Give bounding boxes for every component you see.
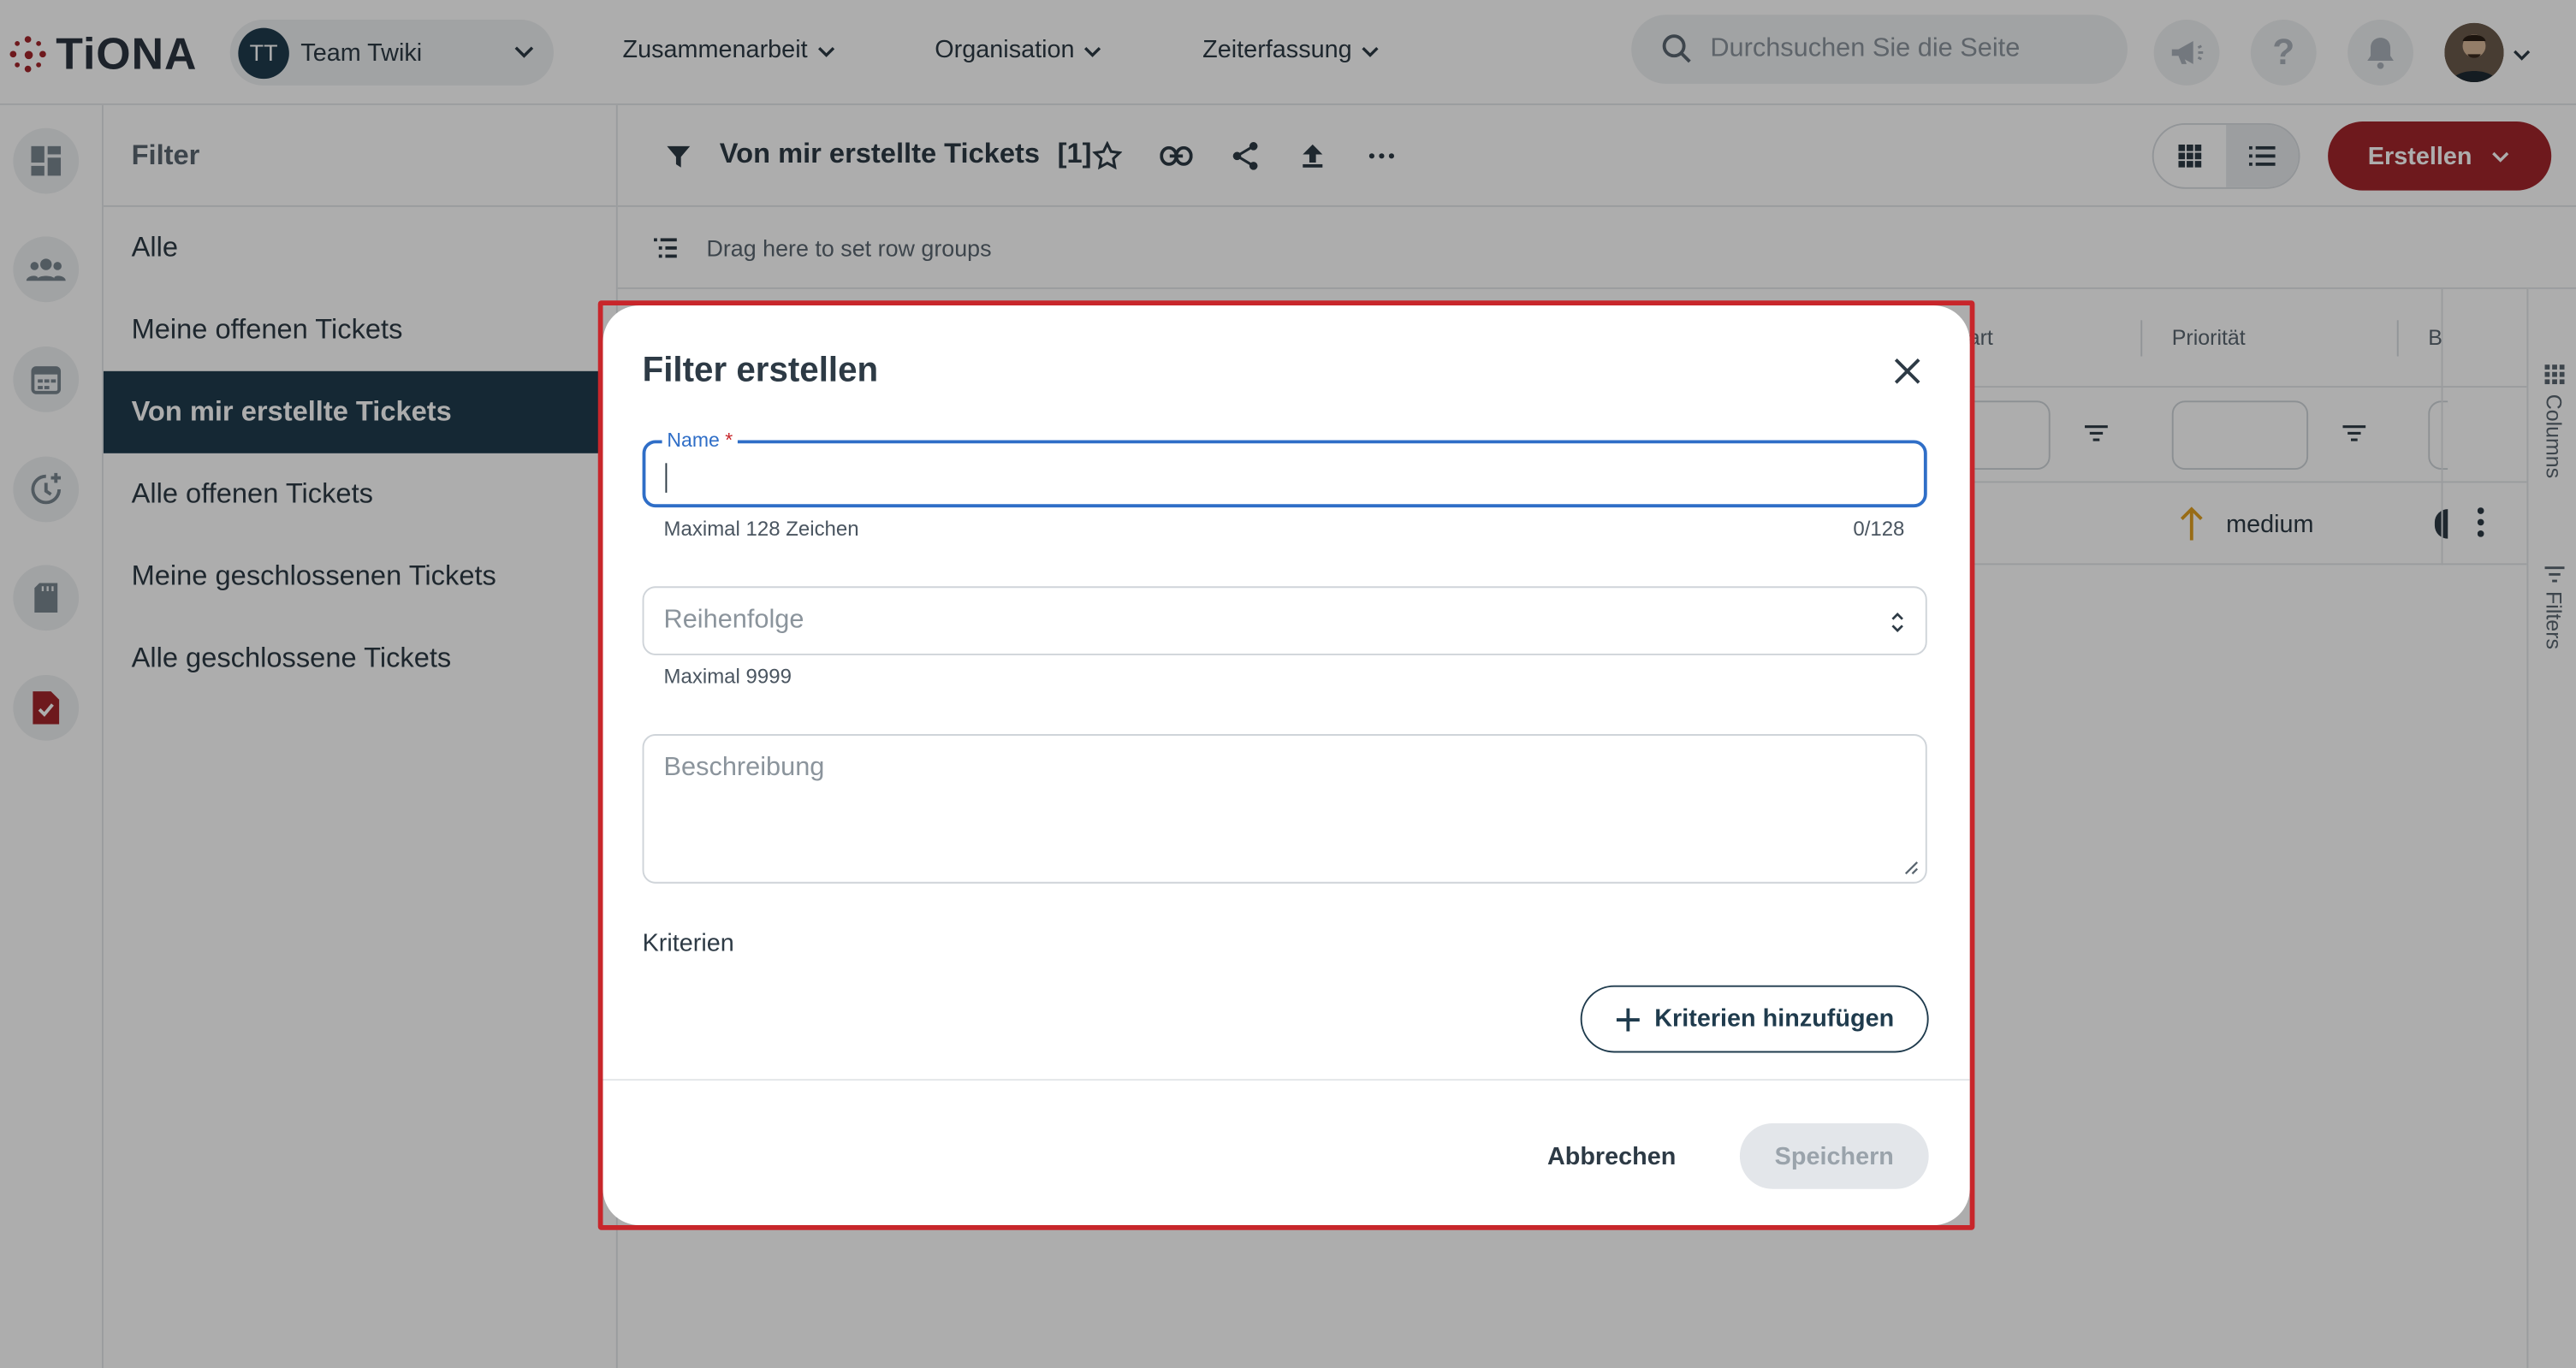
required-marker: * bbox=[725, 429, 733, 452]
criteria-label: Kriterien bbox=[642, 929, 734, 958]
plus-icon bbox=[1617, 1007, 1640, 1031]
save-button[interactable]: Speichern bbox=[1739, 1122, 1929, 1189]
add-criteria-button[interactable]: Kriterien hinzufügen bbox=[1580, 985, 1929, 1053]
add-criteria-label: Kriterien hinzufügen bbox=[1654, 1004, 1895, 1033]
order-hint: Maximal 9999 bbox=[663, 665, 792, 689]
description-textarea[interactable]: Beschreibung bbox=[642, 734, 1927, 884]
name-field[interactable]: Name * bbox=[642, 429, 1927, 508]
close-icon bbox=[1894, 358, 1920, 384]
name-char-counter: 0/128 bbox=[1853, 517, 1905, 541]
text-caret bbox=[665, 463, 668, 493]
order-number-field[interactable]: Reihenfolge bbox=[642, 586, 1927, 655]
number-spinner-icon[interactable] bbox=[1890, 609, 1906, 636]
filter-create-dialog: Filter erstellen Name * Maximal 128 Zeic… bbox=[602, 305, 1970, 1225]
resize-handle-icon[interactable] bbox=[1902, 859, 1919, 875]
name-hint: Maximal 128 Zeichen bbox=[663, 517, 859, 541]
order-placeholder: Reihenfolge bbox=[663, 606, 804, 634]
name-label-text: Name bbox=[667, 429, 720, 452]
description-placeholder: Beschreibung bbox=[663, 754, 825, 782]
name-field-label: Name * bbox=[662, 429, 738, 452]
dialog-title: Filter erstellen bbox=[642, 351, 879, 389]
dialog-close-button[interactable] bbox=[1888, 352, 1927, 391]
cancel-button[interactable]: Abbrechen bbox=[1526, 1123, 1697, 1189]
dialog-divider bbox=[602, 1079, 1970, 1081]
